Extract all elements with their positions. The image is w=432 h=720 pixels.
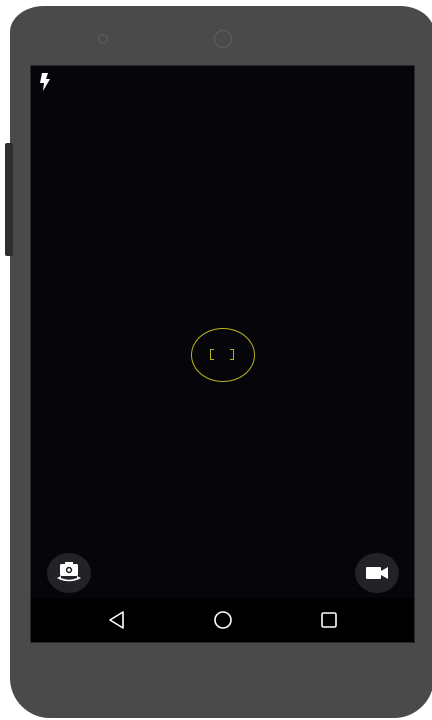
switch-camera-icon [57,562,81,582]
video-camera-icon [366,567,388,579]
camera-screen [30,65,415,643]
back-triangle-icon [109,611,124,629]
flash-icon[interactable] [38,72,52,92]
focus-indicator [191,328,255,382]
nav-home-button[interactable] [211,608,235,632]
video-mode-button[interactable] [355,553,399,593]
nav-back-button[interactable] [105,608,129,632]
nav-recents-button[interactable] [317,608,341,632]
proximity-sensor [98,34,108,44]
focus-bracket-left [210,349,214,360]
recents-square-icon [321,612,337,628]
navigation-bar [31,598,414,642]
home-circle-icon [214,611,232,629]
switch-camera-button[interactable] [47,553,91,593]
focus-bracket-right [230,349,234,360]
front-camera-lens [214,30,232,48]
side-button [5,143,13,256]
